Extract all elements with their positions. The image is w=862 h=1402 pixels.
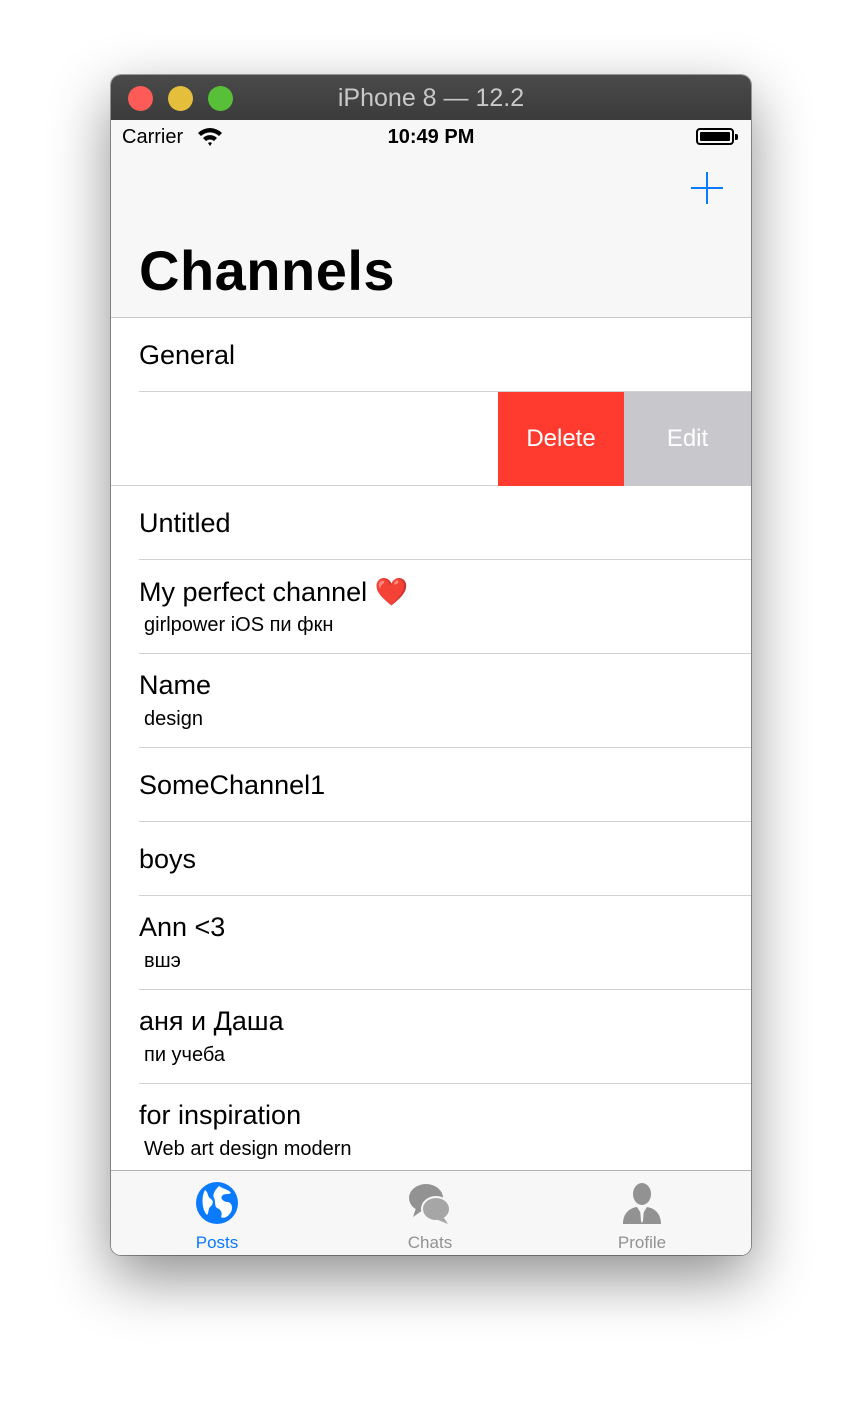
channel-title-text: My perfect channel [139, 577, 368, 607]
channel-title: for inspiration [139, 1100, 302, 1130]
channel-subtitle: пи учеба [144, 1044, 225, 1066]
channel-subtitle: Web art design modern [144, 1138, 352, 1160]
channel-row[interactable]: Untitled [111, 486, 751, 560]
tab-label: Chats [407, 1233, 453, 1252]
channel-title: General [139, 340, 236, 370]
tab-label: Profile [617, 1233, 667, 1252]
add-channel-button[interactable] [691, 172, 723, 204]
channel-title: Name [139, 670, 212, 700]
channel-list[interactable]: General Delete Edit Untitled My perfect … [111, 318, 751, 1178]
window-titlebar[interactable]: iPhone 8 — 12.2 [111, 75, 751, 120]
tab-posts[interactable]: Posts [147, 1171, 287, 1255]
channel-row-swiped[interactable]: Delete Edit [111, 392, 751, 486]
channel-subtitle: вшэ [144, 950, 181, 972]
channel-title: аня и Даша [139, 1006, 284, 1036]
phone-screen: Carrier 10:49 PM Channels General Delete… [111, 120, 751, 1255]
tab-profile[interactable]: Profile [572, 1171, 712, 1255]
battery-tip [735, 134, 738, 140]
channel-row[interactable]: SomeChannel1 [111, 748, 751, 822]
tab-label: Posts [195, 1233, 239, 1252]
window-title: iPhone 8 — 12.2 [337, 84, 525, 112]
simulator-window: iPhone 8 — 12.2 Carrier 10:49 PM Channel… [111, 75, 751, 1255]
tab-chats[interactable]: Chats [360, 1171, 500, 1255]
channel-row[interactable]: General [111, 318, 751, 392]
globe-icon [196, 1182, 238, 1224]
battery-icon [696, 128, 734, 145]
channel-row[interactable]: Ann <3 вшэ [111, 896, 751, 990]
person-icon [623, 1183, 661, 1224]
channel-title: My perfect channel ❤️ [139, 576, 408, 608]
edit-action-button[interactable]: Edit [624, 392, 751, 486]
channel-row[interactable]: My perfect channel ❤️ girlpower iOS пи ф… [111, 560, 751, 654]
channel-title: Untitled [139, 508, 231, 538]
delete-action-button[interactable]: Delete [498, 392, 624, 486]
channel-row[interactable]: boys [111, 822, 751, 896]
channel-subtitle: girlpower iOS пи фкн [144, 614, 334, 636]
status-time: 10:49 PM [387, 126, 475, 148]
tab-bar: Posts Chats Profile [111, 1170, 751, 1255]
chat-bubbles-icon [409, 1184, 451, 1224]
heart-icon: ❤️ [374, 577, 409, 607]
channel-title: Ann <3 [139, 912, 226, 942]
channel-row[interactable]: for inspiration Web art design modern [111, 1084, 751, 1178]
channel-row[interactable]: аня и Даша пи учеба [111, 990, 751, 1084]
channel-row[interactable]: Name design [111, 654, 751, 748]
navigation-bar: Carrier 10:49 PM Channels [111, 120, 751, 318]
page-title: Channels [139, 239, 396, 302]
channel-subtitle: design [144, 708, 203, 730]
channel-title: SomeChannel1 [139, 770, 326, 800]
channel-title: boys [139, 844, 197, 874]
